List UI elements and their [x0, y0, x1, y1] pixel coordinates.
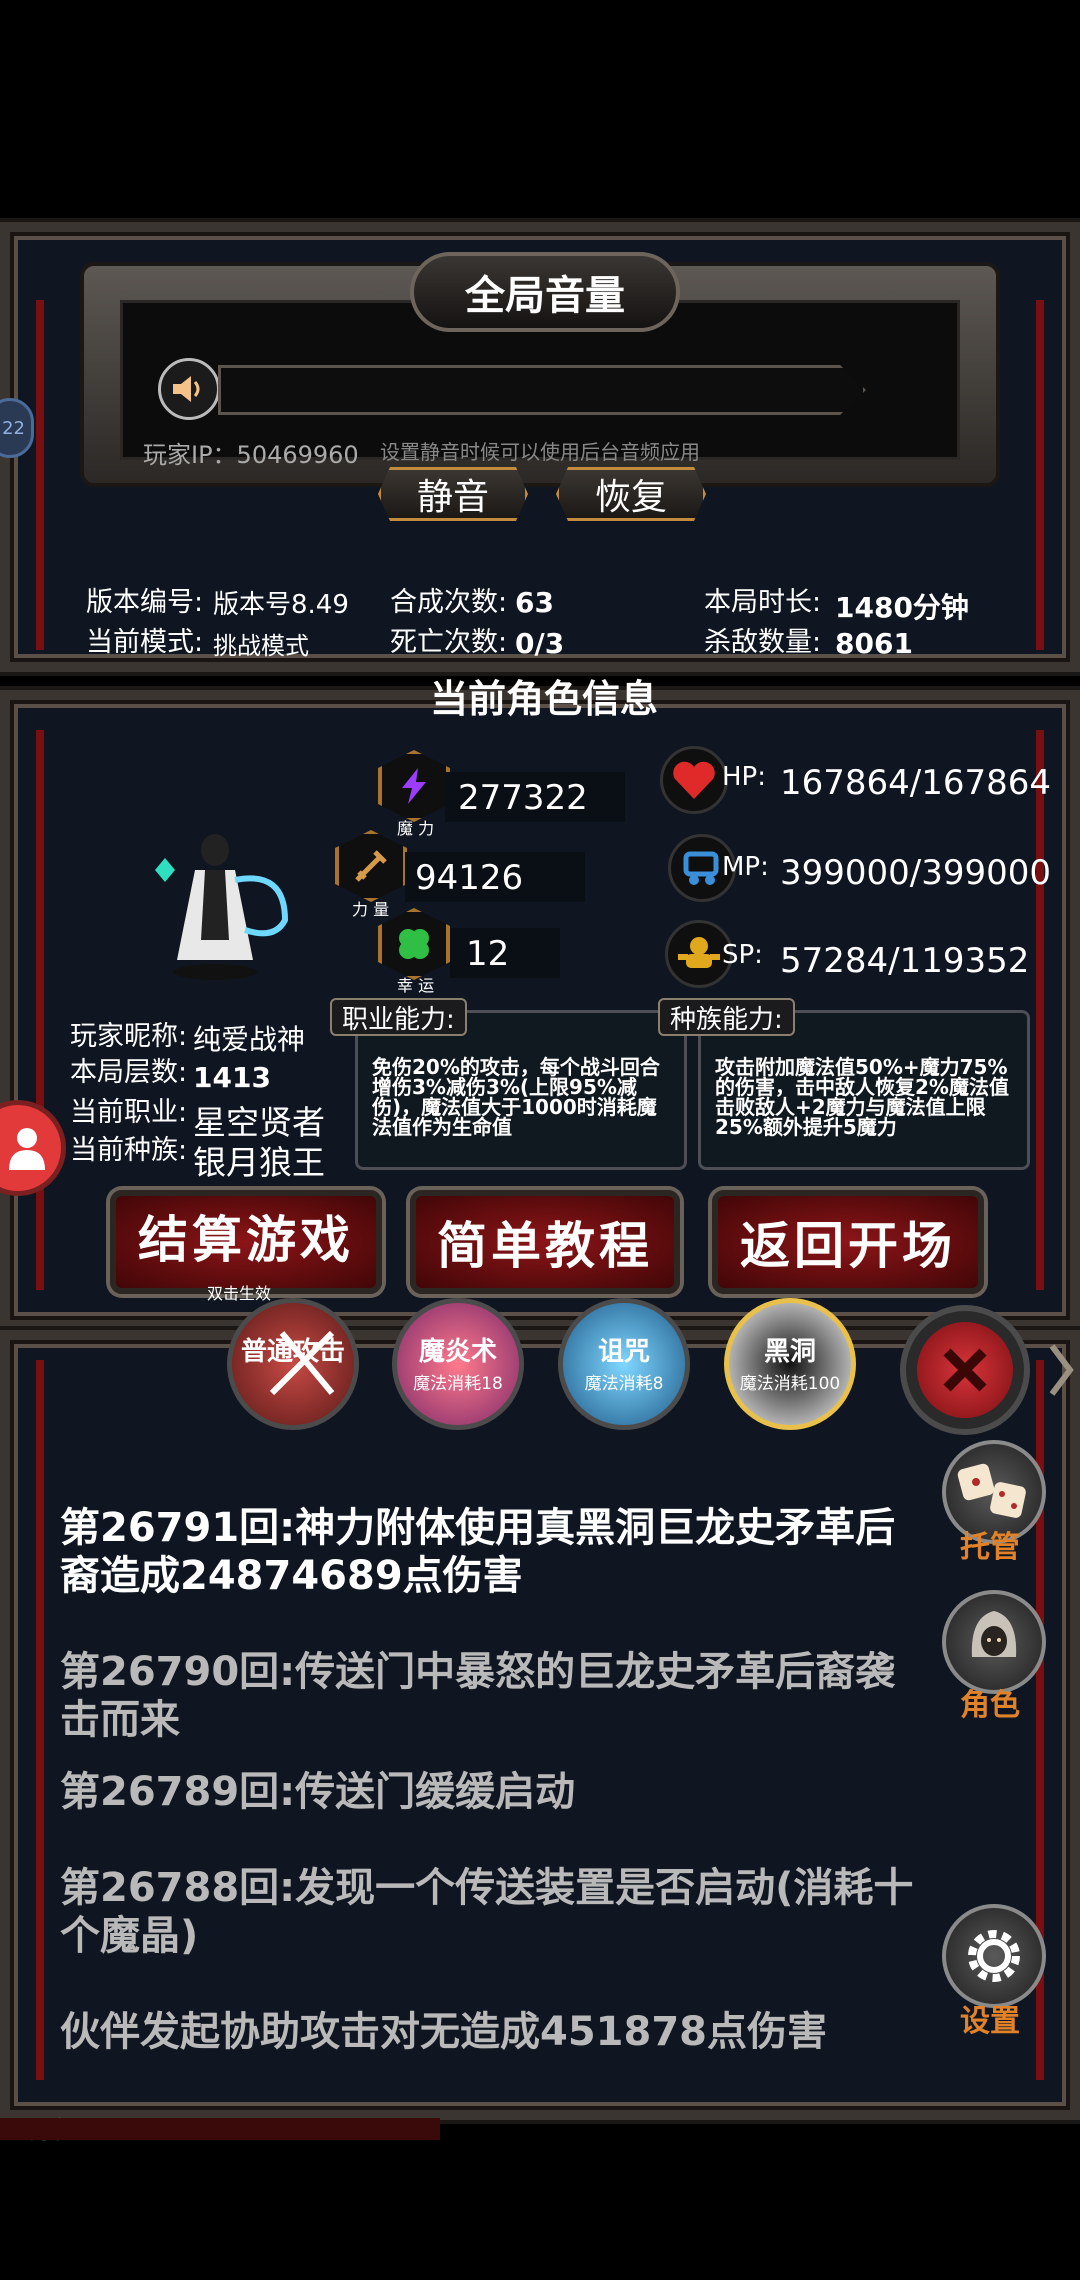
log-line: 第26789回:传送门缓缓启动 [60, 1769, 576, 1815]
class-ability-title: 职业能力: [330, 998, 467, 1036]
settle-hint: 双击生效 [207, 1284, 272, 1303]
skill-cost: 魔法消耗8 [584, 1374, 664, 1394]
kills-label: 杀敌数量: [704, 627, 822, 658]
log-line: 伙伴发起协助攻击对无造成451878点伤害 [60, 2009, 827, 2055]
magic-value: 277322 [458, 778, 588, 818]
skill-black-hole[interactable]: 黑洞 魔法消耗100 [724, 1298, 856, 1430]
hp-label: HP: [722, 762, 766, 792]
gear-icon [968, 1930, 1020, 1982]
mp-label: MP: [722, 852, 769, 882]
settle-game-label: 结算游戏 [138, 1211, 354, 1269]
class-ability-text: 免伤20%的攻击，每个战斗回合增伤3%减伤3%(上限95%减伤)，魔法值大于10… [372, 1055, 660, 1139]
user-icon [9, 1128, 45, 1170]
duration-value: 1480分钟 [835, 591, 969, 624]
close-icon [917, 1322, 1013, 1418]
frame-red-strip [36, 300, 44, 650]
settings-button[interactable] [942, 1904, 1046, 2008]
return-start-button[interactable]: 返回开场 [712, 1190, 984, 1294]
skill-name: 魔炎术 [418, 1337, 497, 1367]
kills-value: 8061 [835, 627, 913, 660]
tutorial-button[interactable]: 简单教程 [410, 1190, 680, 1294]
skill-name: 普通攻击 [240, 1337, 345, 1367]
death-label: 死亡次数: [390, 627, 508, 658]
synth-value: 63 [515, 586, 554, 619]
log-line: 第26788回:发现一个传送装置是否启动(消耗十个魔晶) [60, 1865, 914, 1959]
skill-name: 诅咒 [597, 1337, 650, 1367]
version-label: 版本编号: [86, 587, 204, 618]
skill-cost: 魔法消耗18 [413, 1374, 503, 1394]
synth-label: 合成次数: [390, 587, 508, 618]
player-ip-label: 玩家IP：50469960 [143, 441, 359, 469]
log-line-current: 第26791回:神力附体使用真黑洞巨龙史矛革后裔造成24874689点伤害 [60, 1505, 896, 1599]
mute-hint: 设置静音时候可以使用后台音频应用 [380, 440, 700, 464]
floor-label: 本局层数: [70, 1057, 188, 1088]
close-button[interactable] [900, 1305, 1030, 1435]
nickname-label: 玩家昵称: [70, 1021, 188, 1052]
frame-red-strip [36, 730, 44, 1290]
role-label: 角色 [960, 1688, 1020, 1723]
dice-icon [957, 1463, 1026, 1518]
skill-name: 黑洞 [763, 1337, 816, 1367]
race-ability-text: 攻击附加魔法值50%+魔力75%的伤害，击中敌人恢复2%魔法值击败敌人+2魔力与… [715, 1055, 1009, 1139]
character-portrait [135, 810, 305, 990]
mode-value: 挑战模式 [213, 632, 309, 660]
death-value: 0/3 [515, 627, 565, 660]
hooded-figure-icon [971, 1611, 1017, 1657]
floor-value: 1413 [193, 1061, 271, 1094]
frame-red-strip [1036, 300, 1044, 650]
character-section-title: 当前角色信息 [430, 677, 659, 721]
sp-value: 57284/119352 [780, 941, 1030, 981]
skill-normal-attack[interactable]: 普通攻击 [227, 1298, 359, 1430]
settings-label: 设置 [960, 2004, 1020, 2039]
race-ability-title: 种族能力: [658, 998, 795, 1036]
luck-caption: 幸 运 [397, 976, 435, 995]
frame-red-strip [1036, 730, 1044, 1290]
mp-value: 399000/399000 [780, 853, 1052, 893]
role-button[interactable] [942, 1590, 1046, 1694]
restore-button[interactable]: 恢复 [556, 467, 706, 521]
log-line: 第26790回:传送门中暴怒的巨龙史矛革后裔袭击而来 [60, 1649, 896, 1743]
skill-fireball[interactable]: 魔炎术 魔法消耗18 [392, 1298, 524, 1430]
hp-value: 167864/167864 [780, 763, 1052, 803]
scroll-right-arrow[interactable] [1046, 1340, 1076, 1400]
race-value: 银月狼王 [193, 1143, 325, 1182]
strength-value: 94126 [415, 858, 524, 898]
luck-value: 12 [466, 934, 510, 974]
footer-ip-overlay [0, 2100, 1080, 2140]
duration-label: 本局时长: [704, 587, 822, 618]
mute-button[interactable]: 静音 [378, 467, 528, 521]
skill-curse[interactable]: 诅咒 魔法消耗8 [558, 1298, 690, 1430]
auto-play-label: 托管 [960, 1530, 1020, 1565]
strength-caption: 力 量 [352, 900, 390, 919]
volume-slider[interactable] [218, 365, 866, 415]
frame-red-strip [36, 1360, 44, 2080]
nickname-value: 纯爱战神 [193, 1023, 306, 1056]
race-label: 当前种族: [70, 1135, 188, 1166]
mode-label: 当前模式: [86, 627, 204, 658]
sp-label: SP: [722, 940, 763, 970]
version-value: 版本号8.49 [213, 590, 349, 620]
magic-caption: 魔 力 [397, 819, 435, 838]
heart-icon [660, 746, 728, 814]
skill-cost: 魔法消耗100 [739, 1374, 841, 1394]
settle-game-button[interactable]: 结算游戏 [110, 1190, 382, 1294]
speaker-icon[interactable] [158, 358, 220, 420]
volume-title: 全局音量 [410, 252, 680, 332]
class-label: 当前职业: [70, 1097, 188, 1128]
